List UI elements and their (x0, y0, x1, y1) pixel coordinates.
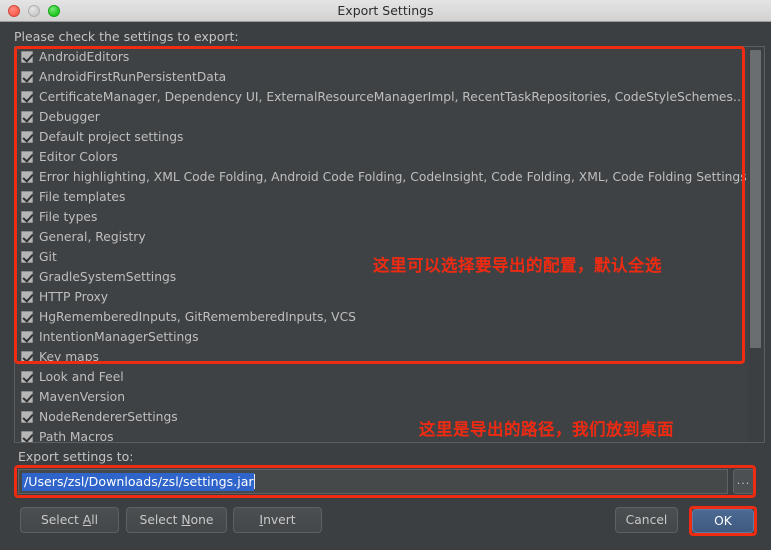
settings-list-item[interactable]: HTTP Proxy (15, 287, 748, 307)
settings-list-item[interactable]: Look and Feel (15, 367, 748, 387)
settings-list-item-label: MavenVersion (39, 390, 125, 404)
export-path-input[interactable]: /Users/zsl/Downloads/zsl/settings.jar (18, 469, 728, 494)
settings-list-item[interactable]: Error highlighting, XML Code Folding, An… (15, 167, 748, 187)
settings-list-item-label: Editor Colors (39, 150, 118, 164)
settings-list-item[interactable]: IntentionManagerSettings (15, 327, 748, 347)
checkbox-checked-icon[interactable] (21, 171, 33, 183)
prompt-label: Please check the settings to export: (14, 29, 239, 44)
settings-list-item-label: NodeRendererSettings (39, 410, 178, 424)
invert-button[interactable]: Invert (233, 507, 322, 533)
settings-list-item-label: HTTP Proxy (39, 290, 109, 304)
checkbox-checked-icon[interactable] (21, 51, 33, 63)
checkbox-checked-icon[interactable] (21, 211, 33, 223)
select-none-post: one (190, 513, 214, 527)
export-path-label: Export settings to: (18, 449, 134, 464)
export-path-value: /Users/zsl/Downloads/zsl/settings.jar (22, 472, 254, 491)
annotation-text-list: 这里可以选择要导出的配置，默认全选 (373, 256, 662, 275)
settings-list-item-label: HgRememberedInputs, GitRememberedInputs,… (39, 310, 356, 324)
list-scrollbar-thumb[interactable] (750, 50, 761, 348)
checkbox-checked-icon[interactable] (21, 411, 33, 423)
list-scrollbar-track[interactable] (748, 48, 763, 442)
settings-list-item[interactable]: AndroidEditors (15, 47, 748, 67)
checkbox-checked-icon[interactable] (21, 371, 33, 383)
checkbox-checked-icon[interactable] (21, 151, 33, 163)
settings-list-item[interactable]: Key maps (15, 347, 748, 367)
checkbox-checked-icon[interactable] (21, 231, 33, 243)
export-settings-dialog: Export Settings Please check the setting… (0, 0, 771, 550)
settings-list-item-label: Key maps (39, 350, 99, 364)
select-none-button[interactable]: Select None (126, 507, 227, 533)
settings-list-item-label: IntentionManagerSettings (39, 330, 199, 344)
checkbox-checked-icon[interactable] (21, 291, 33, 303)
select-none-mnemonic: N (181, 513, 191, 527)
checkbox-checked-icon[interactable] (21, 191, 33, 203)
checkbox-checked-icon[interactable] (21, 91, 33, 103)
checkbox-checked-icon[interactable] (21, 311, 33, 323)
settings-list-item[interactable]: HgRememberedInputs, GitRememberedInputs,… (15, 307, 748, 327)
settings-list-item-label: Debugger (39, 110, 100, 124)
checkbox-checked-icon[interactable] (21, 351, 33, 363)
checkbox-checked-icon[interactable] (21, 251, 33, 263)
settings-list-item[interactable]: AndroidFirstRunPersistentData (15, 67, 748, 87)
settings-list-item[interactable]: Debugger (15, 107, 748, 127)
settings-list-item-label: Error highlighting, XML Code Folding, An… (39, 170, 747, 184)
settings-list[interactable]: AndroidEditors AndroidFirstRunPersistentD… (14, 46, 765, 443)
annotation-text-path: 这里是导出的路径，我们放到桌面 (419, 420, 674, 439)
select-none-pre: Select (139, 513, 182, 527)
select-all-button[interactable]: Select All (20, 507, 119, 533)
settings-list-item[interactable]: MavenVersion (15, 387, 748, 407)
checkbox-checked-icon[interactable] (21, 331, 33, 343)
cancel-button[interactable]: Cancel (615, 507, 678, 533)
settings-list-item-label: CertificateManager, Dependency UI, Exter… (39, 90, 748, 104)
settings-list-items: AndroidEditors AndroidFirstRunPersistentD… (15, 47, 748, 443)
settings-list-item-label: GradleSystemSettings (39, 270, 177, 284)
select-all-pre: Select (40, 513, 83, 527)
settings-list-item-label: General, Registry (39, 230, 146, 244)
settings-list-item-label: Look and Feel (39, 370, 124, 384)
settings-list-item-label: Default project settings (39, 130, 184, 144)
settings-list-item-label: File types (39, 210, 98, 224)
checkbox-checked-icon[interactable] (21, 431, 33, 442)
window-titlebar: Export Settings (0, 0, 771, 22)
settings-list-item[interactable]: File templates (15, 187, 748, 207)
checkbox-checked-icon[interactable] (21, 71, 33, 83)
invert-post: nvert (263, 513, 296, 527)
settings-list-item[interactable]: CertificateManager, Dependency UI, Exter… (15, 87, 748, 107)
settings-list-item-label: File templates (39, 190, 126, 204)
settings-list-item[interactable]: File types (15, 207, 748, 227)
checkbox-checked-icon[interactable] (21, 391, 33, 403)
settings-list-item-label: Git (39, 250, 57, 264)
checkbox-checked-icon[interactable] (21, 111, 33, 123)
settings-list-item[interactable]: Editor Colors (15, 147, 748, 167)
window-title: Export Settings (337, 3, 434, 18)
settings-list-item[interactable]: Default project settings (15, 127, 748, 147)
settings-list-item-label: Path Macros (39, 430, 114, 443)
settings-list-item-label: AndroidFirstRunPersistentData (39, 70, 227, 84)
settings-list-item-label: AndroidEditors (39, 50, 130, 64)
browse-button[interactable]: ... (733, 469, 754, 494)
ok-button[interactable]: OK (692, 509, 754, 533)
text-caret (253, 474, 255, 489)
select-all-mnemonic: A (82, 513, 92, 527)
settings-list-item[interactable]: General, Registry (15, 227, 748, 247)
select-all-post: ll (91, 513, 99, 527)
checkbox-checked-icon[interactable] (21, 271, 33, 283)
checkbox-checked-icon[interactable] (21, 131, 33, 143)
